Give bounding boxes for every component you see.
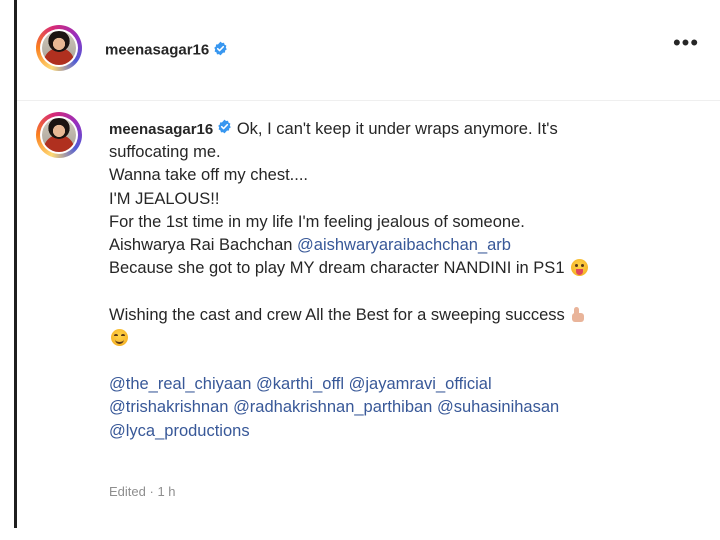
face-with-tongue-emoji — [571, 259, 589, 277]
caption-line-9 — [109, 327, 669, 350]
header-username-row: meenasagar16 — [105, 41, 228, 60]
caption-profile-photo — [42, 118, 76, 152]
caption-line-7: Because she got to play MY dream charact… — [109, 257, 669, 280]
verified-badge-icon — [213, 41, 228, 60]
caption-line-3: Wanna take off my chest.... — [109, 166, 309, 185]
caption-line-6: Aishwarya Rai Bachchan @aishwaryaraibach… — [109, 234, 669, 257]
profile-avatar[interactable] — [36, 25, 82, 71]
header-username[interactable]: meenasagar16 — [105, 41, 209, 58]
more-options-icon[interactable]: ••• — [672, 32, 700, 61]
caption-line-4: I'M JEALOUS!! — [109, 189, 220, 208]
caption-text-line-7: Because she got to play MY dream charact… — [109, 259, 570, 278]
verified-badge-icon — [217, 118, 232, 141]
mention-link[interactable]: @trishakrishnan — [109, 398, 228, 416]
profile-photo — [42, 31, 76, 65]
edited-label: Edited — [109, 484, 146, 499]
mention-link[interactable]: @the_real_chiyaan — [109, 375, 251, 393]
caption-line-8: Wishing the cast and crew All the Best f… — [109, 304, 669, 327]
caption-line-2: suffocating me. — [109, 143, 221, 162]
mention-link[interactable]: @karthi_offl — [256, 375, 344, 393]
caption-text-line-8: Wishing the cast and crew All the Best f… — [109, 305, 570, 324]
post-header: meenasagar16 ••• — [17, 0, 720, 101]
mention-link[interactable]: @radhakrishnan_parthiban — [233, 398, 432, 416]
caption-avatar[interactable] — [36, 112, 82, 158]
caption-text: meenasagar16 Ok, I can't keep it under w… — [109, 118, 669, 443]
mentions-line-3: @lyca_productions — [109, 420, 669, 443]
mentions-line-1: @the_real_chiyaan @karthi_offl @jayamrav… — [109, 373, 669, 396]
meta-separator: · — [145, 484, 158, 499]
post-timestamp[interactable]: 1 h — [157, 484, 175, 499]
smiling-face-emoji — [111, 328, 128, 346]
caption-text-line-6: Aishwarya Rai Bachchan — [109, 236, 298, 255]
caption-line-1: meenasagar16 Ok, I can't keep it under w… — [109, 118, 669, 141]
post-meta: Edited · 1 h — [109, 484, 176, 499]
caption-username[interactable]: meenasagar16 — [109, 121, 213, 138]
caption-text-line-1: Ok, I can't keep it under wraps anymore.… — [236, 120, 558, 138]
mention-link[interactable]: @jayamravi_official — [349, 375, 492, 393]
mention-link[interactable]: @suhasinihasan — [437, 398, 559, 416]
mention-link[interactable]: @lyca_productions — [109, 422, 250, 440]
post-caption-section: meenasagar16 Ok, I can't keep it under w… — [17, 101, 720, 521]
caption-line-5: For the 1st time in my life I'm feeling … — [109, 212, 525, 231]
mentions-line-2: @trishakrishnan @radhakrishnan_parthiban… — [109, 396, 669, 419]
mention-link[interactable]: @aishwaryaraibachchan_arb — [297, 236, 511, 254]
thumbs-up-emoji — [571, 306, 586, 323]
